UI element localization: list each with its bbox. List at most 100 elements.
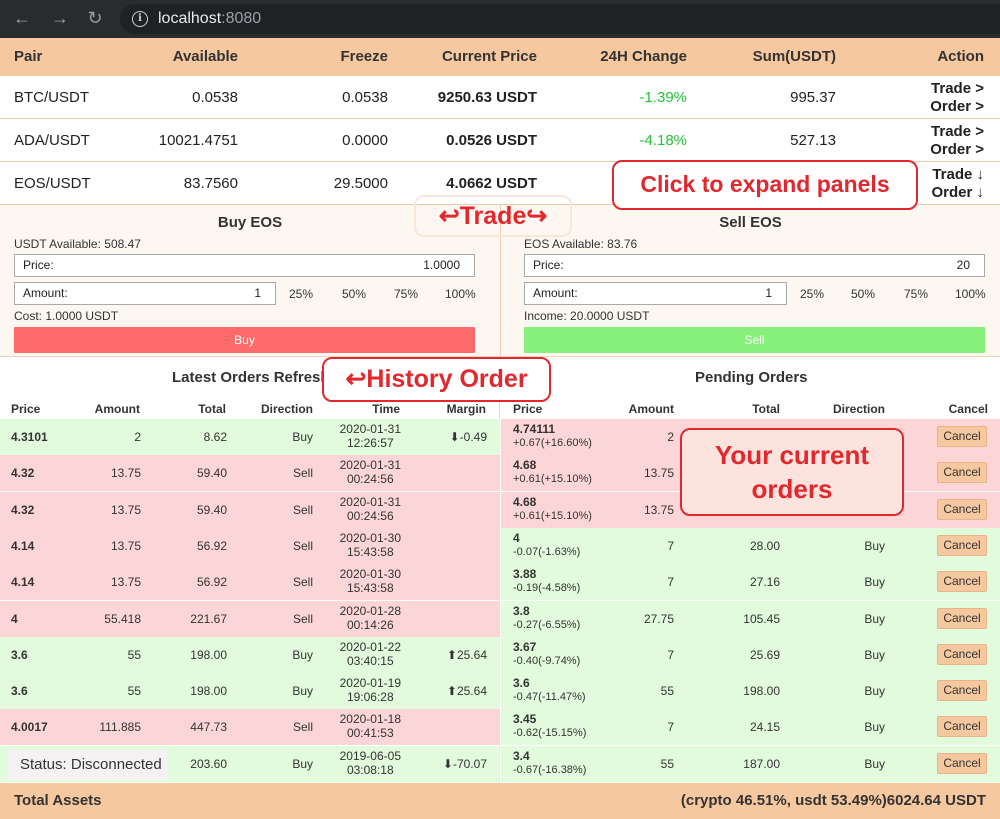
sell-income: Income: 20.0000 USDT [524, 309, 650, 323]
cancel-button[interactable]: Cancel [937, 571, 987, 593]
order-date: 2020-01-31 [339, 494, 401, 509]
sell-price-input[interactable]: Price: 20 [524, 254, 985, 277]
order-direction: Sell [292, 538, 313, 553]
order-margin: ⬇-0.49 [449, 430, 487, 444]
sell-pct-25[interactable]: 25% [800, 287, 824, 301]
holding-row: BTC/USDT 0.0538 0.0538 9250.63 USDT -1.3… [0, 76, 1000, 119]
pending-direction: Buy [864, 756, 885, 771]
pending-amount: 7 [667, 538, 674, 553]
cancel-button[interactable]: Cancel [937, 643, 987, 665]
back-arrow-icon[interactable]: ← [12, 8, 32, 28]
col-header-sum: Sum(USDT) [752, 48, 836, 65]
table-row: 4.14 13.75 56.92 Sell 2020-01-30 15:43:58 [0, 527, 500, 564]
pending-price: 3.88 -0.19(-4.58%) [513, 567, 580, 595]
order-direction: Sell [292, 575, 313, 590]
cancel-button[interactable]: Cancel [937, 752, 987, 774]
pending-price-change: -0.40(-9.74%) [513, 654, 581, 667]
buy-pct-75[interactable]: 75% [394, 287, 418, 301]
price-label: Price: [23, 258, 54, 272]
sell-pct-75[interactable]: 75% [904, 287, 928, 301]
order-clock: 19:06:28 [346, 690, 394, 705]
freeze-value: 0.0000 [342, 132, 388, 149]
sell-pct-50[interactable]: 50% [851, 287, 875, 301]
buy-pct-100[interactable]: 100% [445, 287, 476, 301]
pending-total: 105.45 [743, 611, 780, 626]
sell-button[interactable]: Sell [524, 327, 985, 353]
pending-amount: 13.75 [643, 466, 674, 481]
order-link[interactable]: Order > [930, 141, 984, 159]
pending-price-value: 3.4 [513, 748, 530, 763]
cancel-button[interactable]: Cancel [937, 680, 987, 702]
latest-orders-panel: Latest Orders Refresh Price Amount Total… [0, 358, 500, 783]
order-date: 2020-01-19 [339, 676, 401, 691]
sell-amount-input[interactable]: Amount: 1 [524, 282, 787, 305]
trade-link[interactable]: Trade ↓ [931, 166, 984, 184]
pending-price-value: 4.68 [513, 494, 537, 509]
buy-amount-input[interactable]: Amount: 1 [14, 282, 276, 305]
table-row: 3.6 55 198.00 Buy 2020-01-22 03:40:15 ⬆25.64 [0, 636, 500, 673]
order-total: 59.40 [196, 466, 227, 481]
table-row: 3.67 -0.40(-9.74%) 7 25.69 Buy Cancel [501, 636, 1000, 673]
order-amount: 111.885 [99, 720, 141, 735]
buy-price-input[interactable]: Price: 1.0000 [14, 254, 475, 277]
order-total: 447.73 [190, 720, 227, 735]
order-time: 2020-01-18 00:41:53 [340, 712, 401, 740]
amount-value: 1 [765, 286, 772, 300]
sum-usdt: 995.37 [790, 89, 836, 106]
order-time: 2020-01-30 15:43:58 [340, 567, 401, 595]
cancel-button[interactable]: Cancel [937, 498, 987, 520]
order-clock: 00:41:53 [346, 726, 394, 741]
pending-total: 25.69 [749, 647, 780, 662]
order-direction: Buy [292, 430, 313, 444]
pending-price-change: -0.07(-1.63%) [513, 545, 581, 558]
trade-link[interactable]: Trade > [930, 80, 984, 98]
order-price: 4.0017 [11, 720, 48, 735]
buy-pct-25[interactable]: 25% [289, 287, 313, 301]
amount-label: Amount: [23, 286, 68, 300]
col-header-direction: Direction [260, 402, 313, 416]
order-date: 2020-01-31 [339, 422, 401, 436]
order-link[interactable]: Order ↓ [931, 184, 984, 202]
cancel-button[interactable]: Cancel [937, 607, 987, 629]
pending-amount: 7 [667, 575, 674, 590]
pending-price: 3.4 -0.67(-16.38%) [513, 749, 586, 777]
pending-orders-title: Pending Orders [695, 369, 808, 386]
cancel-button[interactable]: Cancel [937, 426, 987, 447]
cancel-button[interactable]: Cancel [937, 462, 987, 484]
pending-direction: Buy [864, 538, 885, 553]
buy-button[interactable]: Buy [14, 327, 475, 353]
forward-arrow-icon[interactable]: → [50, 8, 70, 28]
sell-panel-title: Sell EOS [719, 214, 782, 231]
table-row: 3.6 -0.47(-11.47%) 55 198.00 Buy Cancel [501, 673, 1000, 710]
price-label: Price: [533, 258, 564, 272]
order-direction: Sell [292, 611, 313, 626]
annotation-line: orders [751, 474, 833, 504]
order-link[interactable]: Order > [930, 98, 984, 116]
order-clock: 03:40:15 [346, 653, 394, 668]
browser-toolbar: ← → ↻ i localhost:8080 [0, 0, 1000, 38]
pending-price: 4 -0.07(-1.63%) [513, 531, 580, 559]
annotation-expand-panels: Click to expand panels [612, 160, 918, 210]
order-price: 3.6 [11, 647, 28, 662]
address-bar[interactable]: i localhost:8080 [120, 4, 1000, 34]
pending-price: 4.68 +0.61(+15.10%) [513, 495, 592, 523]
order-time: 2020-01-31 12:26:57 [340, 422, 401, 450]
pending-price-value: 3.6 [513, 676, 530, 691]
order-amount: 55 [127, 647, 141, 662]
total-assets-bar: Total Assets (crypto 46.51%, usdt 53.49%… [0, 783, 1000, 819]
order-direction: Buy [292, 647, 313, 662]
trade-link[interactable]: Trade > [930, 123, 984, 141]
table-row: 4.14 13.75 56.92 Sell 2020-01-30 15:43:58 [0, 564, 500, 601]
cancel-button[interactable]: Cancel [937, 534, 987, 556]
cancel-button[interactable]: Cancel [937, 716, 987, 738]
pending-direction: Buy [864, 684, 885, 699]
pending-amount: 7 [667, 647, 674, 662]
reload-icon[interactable]: ↻ [85, 8, 105, 28]
order-time: 2020-01-30 15:43:58 [340, 531, 401, 559]
available-value: 0.0538 [192, 89, 238, 106]
buy-pct-50[interactable]: 50% [342, 287, 366, 301]
order-amount: 2 [134, 430, 141, 444]
sell-pct-100[interactable]: 100% [955, 287, 986, 301]
pending-price-change: -0.67(-16.38%) [513, 763, 587, 776]
info-icon[interactable]: i [132, 11, 148, 27]
